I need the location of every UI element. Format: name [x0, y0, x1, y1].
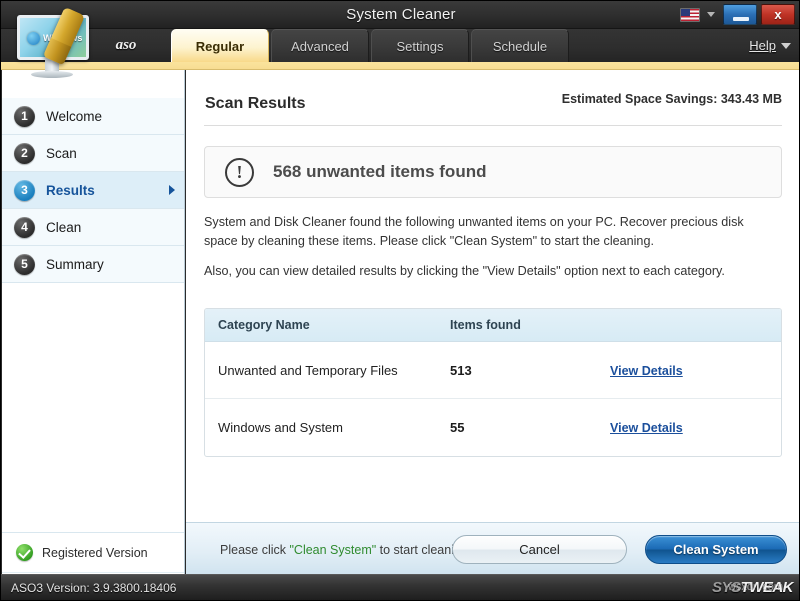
- cell-count: 513: [450, 363, 610, 378]
- sidebar-item-label: Welcome: [46, 109, 102, 124]
- help-menu[interactable]: Help: [749, 29, 791, 62]
- tab-advanced[interactable]: Advanced: [271, 29, 369, 62]
- column-header-category: Category Name: [205, 318, 450, 332]
- status-bar: ASO3 Version: 3.9.3800.18406 SYSTWEAK ws…: [1, 574, 800, 600]
- table-header-row: Category Name Items found: [205, 309, 781, 342]
- windows-logo-icon: [27, 32, 40, 45]
- sidebar-item-results[interactable]: 3 Results: [2, 172, 184, 209]
- close-button[interactable]: x: [761, 4, 795, 25]
- footer-bar: Please click "Clean System" to start cle…: [186, 522, 800, 576]
- estimated-savings-label: Estimated Space Savings: 343.43 MB: [562, 92, 782, 106]
- sidebar-item-label: Scan: [46, 146, 77, 161]
- sidebar-item-label: Clean: [46, 220, 81, 235]
- description-paragraph-2: Also, you can view detailed results by c…: [204, 262, 776, 281]
- title-divider: [204, 125, 782, 126]
- footer-hint: Please click "Clean System" to start cle…: [220, 543, 471, 557]
- monitor-base: [31, 71, 73, 78]
- sidebar-spacer: [2, 283, 184, 533]
- application-window: System Cleaner x aso Regular Advanced Se…: [0, 0, 800, 601]
- sidebar-item-summary[interactable]: 5 Summary: [2, 246, 184, 283]
- sidebar-item-clean[interactable]: 4 Clean: [2, 209, 184, 246]
- cell-count: 55: [450, 420, 610, 435]
- app-logo: Windows: [9, 11, 99, 86]
- description-paragraph-1: System and Disk Cleaner found the follow…: [204, 213, 776, 251]
- sidebar-item-label: Summary: [46, 257, 104, 272]
- step-badge: 5: [14, 254, 35, 275]
- step-badge: 3: [14, 180, 35, 201]
- cell-category: Unwanted and Temporary Files: [205, 363, 450, 378]
- footer-hint-highlight: "Clean System": [289, 543, 376, 557]
- sidebar-item-scan[interactable]: 2 Scan: [2, 135, 184, 172]
- sidebar: 1 Welcome 2 Scan 3 Results 4 Clean 5 Sum…: [2, 70, 185, 576]
- main-content: Scan Results Estimated Space Savings: 34…: [186, 70, 800, 522]
- alert-message: 568 unwanted items found: [273, 162, 486, 182]
- window-controls: x: [680, 4, 795, 25]
- check-circle-icon: [16, 544, 33, 561]
- chevron-right-icon: [169, 185, 175, 195]
- column-header-items: Items found: [450, 318, 610, 332]
- tab-regular[interactable]: Regular: [171, 29, 269, 62]
- language-chevron-down-icon[interactable]: [707, 12, 715, 17]
- watermark-label: wsxdn.com: [728, 581, 783, 593]
- registered-version-row: Registered Version: [2, 533, 184, 573]
- minimize-button[interactable]: [723, 4, 757, 25]
- help-chevron-down-icon: [781, 43, 791, 49]
- step-badge: 2: [14, 143, 35, 164]
- cell-action: View Details: [610, 420, 781, 435]
- tab-schedule[interactable]: Schedule: [471, 29, 569, 62]
- page-title: Scan Results: [205, 95, 305, 113]
- alert-banner: ! 568 unwanted items found: [204, 146, 782, 198]
- registered-version-label: Registered Version: [42, 546, 148, 560]
- main-tabs: Regular Advanced Settings Schedule: [171, 29, 571, 62]
- tab-settings[interactable]: Settings: [371, 29, 469, 62]
- results-table: Category Name Items found Unwanted and T…: [204, 308, 782, 457]
- footer-hint-prefix: Please click: [220, 543, 289, 557]
- table-row: Windows and System 55 View Details: [205, 399, 781, 456]
- us-flag-icon[interactable]: [680, 8, 700, 22]
- step-badge: 4: [14, 217, 35, 238]
- sidebar-item-label: Results: [46, 183, 95, 198]
- sidebar-item-welcome[interactable]: 1 Welcome: [2, 98, 184, 135]
- table-row: Unwanted and Temporary Files 513 View De…: [205, 342, 781, 399]
- help-label: Help: [749, 38, 776, 53]
- view-details-link[interactable]: View Details: [610, 421, 683, 435]
- step-badge: 1: [14, 106, 35, 127]
- view-details-link[interactable]: View Details: [610, 364, 683, 378]
- accent-strip: [1, 62, 800, 70]
- version-label: ASO3 Version: 3.9.3800.18406: [11, 575, 176, 601]
- cell-category: Windows and System: [205, 420, 450, 435]
- exclamation-circle-icon: !: [225, 158, 254, 187]
- clean-system-button[interactable]: Clean System: [645, 535, 787, 564]
- cancel-button[interactable]: Cancel: [452, 535, 627, 564]
- cell-action: View Details: [610, 363, 781, 378]
- title-bar: System Cleaner x: [1, 1, 800, 29]
